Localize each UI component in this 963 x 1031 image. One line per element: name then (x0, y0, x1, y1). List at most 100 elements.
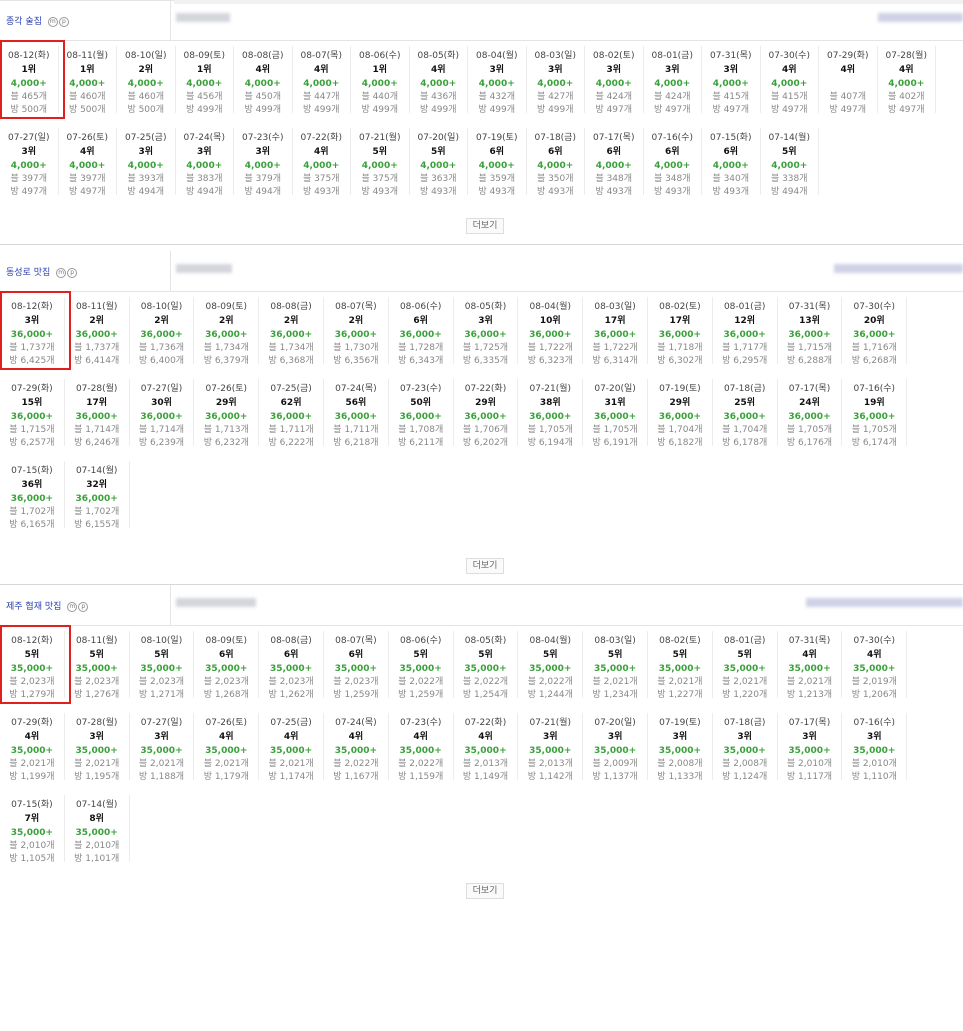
rank-cell[interactable]: 08-11(월) 2위 36,000+ 블 1,737개 방 6,414개 (65, 297, 130, 366)
rank-cell[interactable]: 07-29(화) 4위 블 407개 방 497개 (819, 46, 878, 115)
rank-cell[interactable]: 08-06(수) 6위 36,000+ 블 1,728개 방 6,343개 (389, 297, 454, 366)
rank-cell[interactable]: 07-19(토) 29위 36,000+ 블 1,704개 방 6,182개 (648, 379, 713, 448)
rank-cell[interactable]: 07-28(월) 4위 4,000+ 블 402개 방 497개 (878, 46, 936, 115)
rank-cell[interactable]: 08-09(토) 2위 36,000+ 블 1,734개 방 6,379개 (194, 297, 260, 366)
rank-cell[interactable]: 07-31(목) 4위 35,000+ 블 2,021개 방 1,213개 (778, 631, 843, 700)
rank-cell[interactable]: 07-31(목) 13위 36,000+ 블 1,715개 방 6,288개 (778, 297, 843, 366)
rank-cell[interactable]: 08-10(일) 2위 4,000+ 블 460개 방 500개 (117, 46, 176, 115)
keyword-link[interactable]: 제주 협재 맛집 mp (6, 599, 89, 612)
rank-cell[interactable]: 07-23(수) 3위 4,000+ 블 379개 방 494개 (234, 128, 293, 197)
rank-cell[interactable]: 07-25(금) 3위 4,000+ 블 393개 방 494개 (117, 128, 176, 197)
more-button[interactable]: 더보기 (466, 218, 504, 234)
rank-cell[interactable]: 07-27(일) 3위 4,000+ 블 397개 방 497개 (0, 128, 59, 197)
rank-cell[interactable]: 07-29(화) 4위 35,000+ 블 2,021개 방 1,199개 (0, 713, 65, 782)
mobile-badge-icon[interactable]: m (47, 16, 58, 27)
rank-cell[interactable]: 07-27(일) 3위 35,000+ 블 2,021개 방 1,188개 (130, 713, 195, 782)
rank-cell[interactable]: 08-09(토) 1위 4,000+ 블 456개 방 499개 (176, 46, 234, 115)
rank-cell[interactable]: 08-02(토) 17위 36,000+ 블 1,718개 방 6,302개 (648, 297, 713, 366)
rank-cell[interactable]: 08-11(월) 1위 4,000+ 블 460개 방 500개 (59, 46, 117, 115)
rank-cell[interactable]: 07-19(토) 3위 35,000+ 블 2,008개 방 1,133개 (648, 713, 713, 782)
pc-badge-icon[interactable]: p (58, 16, 69, 27)
rank-cell[interactable]: 08-10(일) 2위 36,000+ 블 1,736개 방 6,400개 (130, 297, 195, 366)
rank-cell[interactable]: 07-14(월) 8위 35,000+ 블 2,010개 방 1,101개 (65, 795, 130, 864)
rank-cell[interactable]: 07-26(토) 29위 36,000+ 블 1,713개 방 6,232개 (194, 379, 260, 448)
rank-cell[interactable]: 08-07(목) 6위 35,000+ 블 2,023개 방 1,259개 (324, 631, 389, 700)
rank-cell[interactable]: 07-20(일) 5위 4,000+ 블 363개 방 493개 (410, 128, 468, 197)
rank-cell[interactable]: 07-29(화) 15위 36,000+ 블 1,715개 방 6,257개 (0, 379, 65, 448)
rank-cell[interactable]: 07-14(월) 32위 36,000+ 블 1,702개 방 6,155개 (65, 461, 130, 530)
rank-cell[interactable]: 07-25(금) 4위 35,000+ 블 2,021개 방 1,174개 (259, 713, 324, 782)
rank-cell[interactable]: 08-07(목) 2위 36,000+ 블 1,730개 방 6,356개 (324, 297, 389, 366)
rank-cell[interactable]: 08-03(일) 3위 4,000+ 블 427개 방 499개 (527, 46, 585, 115)
rank-cell[interactable]: 07-23(수) 4위 35,000+ 블 2,022개 방 1,159개 (389, 713, 454, 782)
rank-cell[interactable]: 07-15(화) 7위 35,000+ 블 2,010개 방 1,105개 (0, 795, 65, 864)
rank-cell[interactable]: 07-20(일) 3위 35,000+ 블 2,009개 방 1,137개 (583, 713, 648, 782)
mobile-badge-icon[interactable]: m (67, 601, 78, 612)
pc-badge-icon[interactable]: p (67, 267, 78, 278)
rank-cell[interactable]: 07-30(수) 4위 4,000+ 블 415개 방 497개 (761, 46, 819, 115)
rank-cell[interactable]: 07-19(토) 6위 4,000+ 블 359개 방 493개 (468, 128, 527, 197)
rank-cell[interactable]: 07-27(일) 30위 36,000+ 블 1,714개 방 6,239개 (130, 379, 195, 448)
rank-cell[interactable]: 07-24(목) 56위 36,000+ 블 1,711개 방 6,218개 (324, 379, 389, 448)
rank-cell[interactable]: 07-18(금) 6위 4,000+ 블 350개 방 493개 (527, 128, 585, 197)
rank-cell[interactable]: 07-22(화) 4위 35,000+ 블 2,013개 방 1,149개 (454, 713, 519, 782)
rank-cell[interactable]: 07-16(수) 6위 4,000+ 블 348개 방 493개 (644, 128, 702, 197)
rank-cell[interactable]: 08-11(월) 5위 35,000+ 블 2,023개 방 1,276개 (65, 631, 130, 700)
rank-cell[interactable]: 07-25(금) 62위 36,000+ 블 1,711개 방 6,222개 (259, 379, 324, 448)
rank-cell[interactable]: 08-02(토) 3위 4,000+ 블 424개 방 497개 (585, 46, 644, 115)
rank-cell[interactable]: 07-17(목) 6위 4,000+ 블 348개 방 493개 (585, 128, 644, 197)
rank-cell[interactable]: 08-01(금) 5위 35,000+ 블 2,021개 방 1,220개 (713, 631, 778, 700)
rank-cell[interactable]: 07-15(화) 36위 36,000+ 블 1,702개 방 6,165개 (0, 461, 65, 530)
rank-cell[interactable]: 07-17(목) 3위 35,000+ 블 2,010개 방 1,117개 (778, 713, 843, 782)
rank-cell[interactable]: 07-22(화) 4위 4,000+ 블 375개 방 493개 (293, 128, 351, 197)
rank-cell[interactable]: 07-18(금) 25위 36,000+ 블 1,704개 방 6,178개 (713, 379, 778, 448)
rank-cell[interactable]: 07-28(월) 17위 36,000+ 블 1,714개 방 6,246개 (65, 379, 130, 448)
keyword-link[interactable]: 종각 술집 mp (6, 14, 70, 27)
rank-cell[interactable]: 08-03(일) 5위 35,000+ 블 2,021개 방 1,234개 (583, 631, 648, 700)
rank-cell[interactable]: 08-04(월) 3위 4,000+ 블 432개 방 499개 (468, 46, 527, 115)
cell-date: 07-22(화) (300, 133, 342, 143)
rank-cell[interactable]: 07-14(월) 5위 4,000+ 블 338개 방 494개 (761, 128, 819, 197)
keyword-link[interactable]: 동성로 맛집 mp (6, 265, 78, 278)
rank-cell[interactable]: 07-30(수) 4위 35,000+ 블 2,019개 방 1,206개 (842, 631, 908, 700)
rank-cell[interactable]: 07-26(토) 4위 35,000+ 블 2,021개 방 1,179개 (194, 713, 260, 782)
rank-cell[interactable]: 07-23(수) 50위 36,000+ 블 1,708개 방 6,211개 (389, 379, 454, 448)
rank-cell[interactable]: 07-16(수) 3위 35,000+ 블 2,010개 방 1,110개 (842, 713, 908, 782)
rank-cell[interactable]: 08-08(금) 6위 35,000+ 블 2,023개 방 1,262개 (259, 631, 324, 700)
rank-cell[interactable]: 08-06(수) 1위 4,000+ 블 440개 방 499개 (351, 46, 410, 115)
rank-cell[interactable]: 07-22(화) 29위 36,000+ 블 1,706개 방 6,202개 (454, 379, 519, 448)
rank-cell[interactable]: 08-08(금) 4위 4,000+ 블 450개 방 499개 (234, 46, 293, 115)
rank-cell[interactable]: 07-21(월) 3위 35,000+ 블 2,013개 방 1,142개 (518, 713, 584, 782)
mobile-badge-icon[interactable]: m (56, 267, 67, 278)
rank-cell[interactable]: 07-30(수) 20위 36,000+ 블 1,716개 방 6,268개 (842, 297, 908, 366)
rank-cell[interactable]: 08-06(수) 5위 35,000+ 블 2,022개 방 1,259개 (389, 631, 454, 700)
rank-cell[interactable]: 08-08(금) 2위 36,000+ 블 1,734개 방 6,368개 (259, 297, 324, 366)
rank-cell[interactable]: 08-10(일) 5위 35,000+ 블 2,023개 방 1,271개 (130, 631, 195, 700)
rank-cell[interactable]: 07-20(일) 31위 36,000+ 블 1,705개 방 6,191개 (583, 379, 648, 448)
rank-cell[interactable]: 08-05(화) 3위 36,000+ 블 1,725개 방 6,335개 (454, 297, 519, 366)
rank-cell[interactable]: 07-28(월) 3위 35,000+ 블 2,021개 방 1,195개 (65, 713, 130, 782)
rank-cell[interactable]: 07-15(화) 6위 4,000+ 블 340개 방 493개 (702, 128, 761, 197)
rank-cell[interactable]: 08-05(화) 4위 4,000+ 블 436개 방 499개 (410, 46, 468, 115)
rank-cell[interactable]: 07-24(목) 3위 4,000+ 블 383개 방 494개 (176, 128, 234, 197)
rank-cell[interactable]: 07-24(목) 4위 35,000+ 블 2,022개 방 1,167개 (324, 713, 389, 782)
rank-cell[interactable]: 08-05(화) 5위 35,000+ 블 2,022개 방 1,254개 (454, 631, 519, 700)
rank-cell[interactable]: 07-21(월) 5위 4,000+ 블 375개 방 493개 (351, 128, 410, 197)
rank-cell[interactable]: 07-18(금) 3위 35,000+ 블 2,008개 방 1,124개 (713, 713, 778, 782)
rank-cell[interactable]: 07-31(목) 3위 4,000+ 블 415개 방 497개 (702, 46, 761, 115)
rank-cell[interactable]: 08-04(월) 5위 35,000+ 블 2,022개 방 1,244개 (518, 631, 584, 700)
more-button[interactable]: 더보기 (466, 883, 504, 899)
rank-cell[interactable]: 07-16(수) 19위 36,000+ 블 1,705개 방 6,174개 (842, 379, 908, 448)
rank-cell[interactable]: 08-02(토) 5위 35,000+ 블 2,021개 방 1,227개 (648, 631, 713, 700)
rank-cell[interactable]: 07-21(월) 38위 36,000+ 블 1,705개 방 6,194개 (518, 379, 584, 448)
rank-cell[interactable]: 08-01(금) 12위 36,000+ 블 1,717개 방 6,295개 (713, 297, 778, 366)
rank-cell[interactable]: 07-26(토) 4위 4,000+ 블 397개 방 497개 (59, 128, 117, 197)
rank-cell[interactable]: 08-01(금) 3위 4,000+ 블 424개 방 497개 (644, 46, 702, 115)
rank-cell[interactable]: 08-03(일) 17위 36,000+ 블 1,722개 방 6,314개 (583, 297, 648, 366)
more-button[interactable]: 더보기 (466, 558, 504, 574)
rank-cell[interactable]: 08-07(목) 4위 4,000+ 블 447개 방 499개 (293, 46, 351, 115)
rank-cell[interactable]: 08-04(월) 10위 36,000+ 블 1,722개 방 6,323개 (518, 297, 584, 366)
rank-cell[interactable]: 07-17(목) 24위 36,000+ 블 1,705개 방 6,176개 (778, 379, 843, 448)
pc-badge-icon[interactable]: p (78, 601, 89, 612)
rank-cell[interactable]: 08-09(토) 6위 35,000+ 블 2,023개 방 1,268개 (194, 631, 260, 700)
